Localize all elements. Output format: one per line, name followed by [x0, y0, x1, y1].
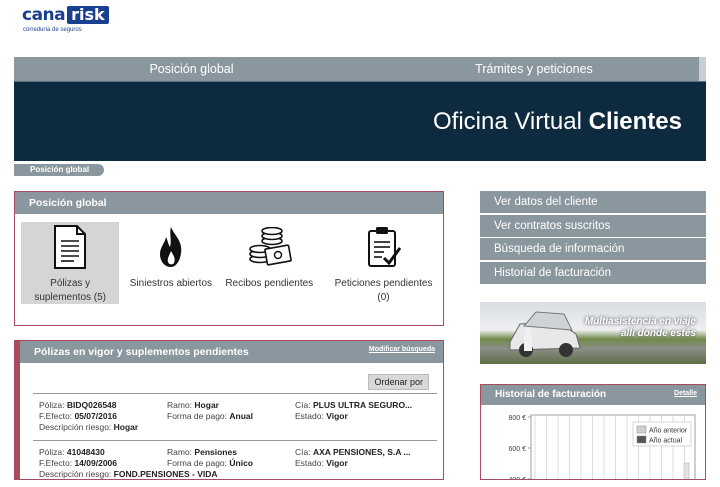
document-icon: [21, 225, 119, 269]
promo-text: Multiasistencia en viaje allí donde esté…: [585, 316, 696, 340]
polizas-panel: Pólizas en vigor y suplementos pendiente…: [14, 340, 444, 480]
menu-ver-contratos[interactable]: Ver contratos suscritos: [480, 214, 706, 237]
tile-label: Recibos pendientes: [225, 278, 314, 289]
policy-number: 41048430: [66, 447, 105, 457]
breadcrumb[interactable]: Posición global: [14, 164, 104, 176]
nav-divider: [699, 57, 706, 81]
tile-label: Siniestros abiertos: [129, 278, 213, 289]
menu-ver-datos-cliente[interactable]: Ver datos del cliente: [480, 191, 706, 213]
legend-swatch: [636, 425, 647, 434]
clipboard-check-icon: [330, 225, 437, 269]
status: Vigor: [326, 458, 348, 468]
label: Ramo:: [167, 447, 193, 457]
canarisk-logo[interactable]: cana risk correduría de seguros: [22, 6, 109, 33]
posicion-global-panel: Posición global Pólizas y suplementos (5…: [14, 191, 444, 326]
payment-method: Anual: [229, 411, 254, 421]
label: Forma de pago:: [167, 411, 228, 421]
polizas-title: Pólizas en vigor y suplementos pendiente…: [34, 346, 249, 358]
label: Ramo:: [167, 400, 193, 410]
nav-tramites-peticiones[interactable]: Trámites y peticiones: [369, 57, 699, 81]
panel-title: Pólizas en vigor y suplementos pendiente…: [20, 341, 443, 363]
bar: [683, 462, 690, 486]
label: F.Efecto:: [39, 458, 73, 468]
policy-number: BIDQ026548: [66, 400, 117, 410]
status: Vigor: [326, 411, 348, 421]
label: Descripción riesgo:: [39, 469, 112, 479]
label: Póliza:: [39, 400, 65, 410]
promo-line-1: Multiasistencia en viaje: [584, 316, 696, 327]
branch: Pensiones: [194, 447, 237, 457]
money-icon: [222, 225, 316, 269]
modificar-busqueda-link[interactable]: Modificar búsqueda: [369, 341, 435, 359]
label: Cía:: [295, 400, 311, 410]
label: Póliza:: [39, 447, 65, 457]
banner-title: Oficina Virtual Clientes: [433, 108, 682, 136]
label: Estado:: [295, 411, 324, 421]
menu-historial-facturacion[interactable]: Historial de facturación: [480, 261, 706, 284]
risk-description: Hogar: [113, 422, 139, 432]
label: Descripción riesgo:: [39, 422, 112, 432]
banner-title-bold: Clientes: [588, 108, 682, 135]
legend-swatch: [636, 435, 647, 444]
tile-label: Pólizas y suplementos (5): [34, 278, 107, 303]
effective-date: 14/09/2006: [74, 458, 117, 468]
label: Forma de pago:: [167, 458, 228, 468]
tile-label: Peticiones pendientes (0): [334, 278, 433, 303]
promo-line-2: allí donde estés: [620, 328, 696, 339]
legend-label: Año actual: [649, 438, 683, 445]
billing-chart: 800 € 600 € 400 € Año anterior Año actual: [481, 405, 705, 487]
policy-row[interactable]: Póliza: BIDQ026548 F.Efecto: 05/07/2016 …: [33, 393, 437, 440]
tile-recibos[interactable]: Recibos pendientes: [222, 222, 316, 304]
label: F.Efecto:: [39, 411, 73, 421]
side-menu: Ver datos del cliente Ver contratos susc…: [480, 191, 706, 285]
payment-method: Único: [229, 458, 254, 468]
insurer: PLUS ULTRA SEGURO...: [312, 400, 413, 410]
y-tick-label: 800 €: [508, 415, 526, 422]
menu-busqueda-informacion[interactable]: Búsqueda de información: [480, 238, 706, 260]
banner-title-light: Oficina Virtual: [432, 108, 582, 135]
fire-icon: [119, 225, 222, 269]
nav-posicion-global[interactable]: Posición global: [14, 57, 369, 81]
ordenar-por-button[interactable]: Ordenar por: [368, 374, 429, 390]
promo-banner[interactable]: Multiasistencia en viaje allí donde esté…: [480, 302, 706, 364]
insurer: AXA PENSIONES, S.A ...: [312, 447, 411, 457]
logo-tagline: correduría de seguros: [23, 27, 82, 33]
polizas-list: Póliza: BIDQ026548 F.Efecto: 05/07/2016 …: [33, 393, 437, 487]
tile-peticiones[interactable]: Peticiones pendientes (0): [330, 222, 437, 304]
risk-description: FOND.PENSIONES - VIDA: [113, 469, 218, 479]
logo-text-cana: cana: [22, 4, 66, 25]
panel-title: Historial de facturación Detalle: [481, 385, 705, 405]
branch: Hogar: [194, 400, 219, 410]
panel-title: Posición global: [15, 192, 443, 214]
legend-label: Año anterior: [649, 428, 688, 435]
historial-facturacion-panel: Historial de facturación Detalle 800 € 60…: [480, 384, 706, 487]
detalle-link[interactable]: Detalle: [674, 385, 697, 403]
header-banner: Oficina Virtual Clientes: [14, 81, 706, 161]
label: Estado:: [295, 458, 324, 468]
billing-chart-svg: 800 € 600 € 400 € Año anterior Año actual: [508, 414, 696, 487]
effective-date: 05/07/2016: [74, 411, 117, 421]
y-tick-label: 600 €: [508, 446, 526, 453]
tile-siniestros[interactable]: Siniestros abiertos: [119, 222, 222, 304]
logo-text-risk: risk: [67, 6, 109, 24]
historial-title: Historial de facturación: [495, 389, 607, 400]
top-navigation: Posición global Trámites y peticiones: [14, 57, 706, 81]
y-tick-label: 400 €: [508, 477, 526, 479]
tile-polizas[interactable]: Pólizas y suplementos (5): [21, 222, 120, 304]
label: Cía:: [295, 447, 311, 457]
